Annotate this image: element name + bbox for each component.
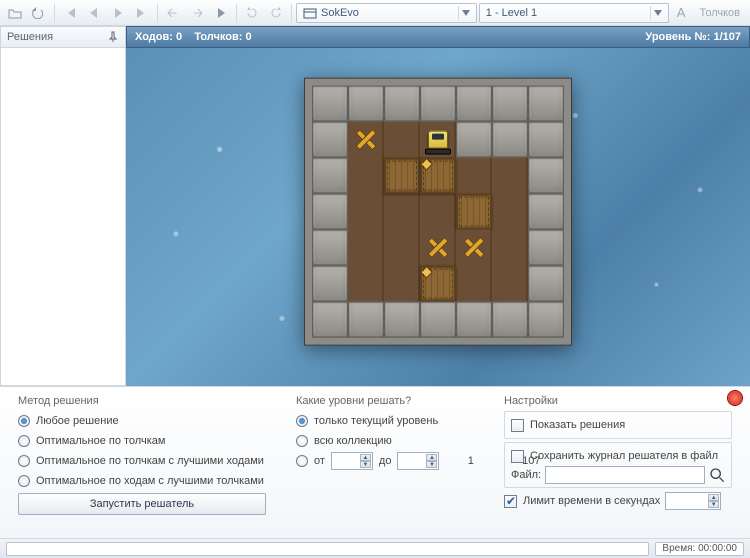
radio-levels-0[interactable]: только текущий уровень <box>296 411 486 431</box>
time-label: Время: <box>662 543 695 554</box>
wall-tile <box>312 302 348 338</box>
radio-levels-1[interactable]: всю коллекцию <box>296 431 486 451</box>
box-on-goal-tile <box>420 158 456 194</box>
wall-tile <box>312 158 348 194</box>
moves-value: 0 <box>176 31 182 43</box>
wall-tile <box>312 122 348 158</box>
radio-method-3[interactable]: Оптимальное по ходам с лучшими толчками <box>18 471 278 491</box>
goal-tile <box>420 230 456 266</box>
levels-heading: Какие уровни решать? <box>296 395 486 407</box>
puzzle-frame <box>304 78 572 346</box>
moves-label: Ходов: <box>135 31 173 43</box>
wall-tile <box>528 230 564 266</box>
wall-tile <box>312 266 348 302</box>
chevron-down-icon <box>650 6 666 20</box>
radio-level-range[interactable]: от ▲▼ до ▲▼ <box>296 451 486 471</box>
collection-select[interactable]: SokEvo <box>296 3 477 23</box>
solver-panel: Метод решения Любое решениеОптимальное п… <box>0 386 750 538</box>
radio-method-0[interactable]: Любое решение <box>18 411 278 431</box>
wall-tile <box>348 86 384 122</box>
wall-tile <box>456 302 492 338</box>
wall-tile <box>312 194 348 230</box>
chevron-down-icon <box>458 6 474 20</box>
wall-tile <box>312 86 348 122</box>
file-path-input[interactable] <box>545 466 705 484</box>
redo-icon[interactable] <box>186 3 208 23</box>
box-tile <box>384 158 420 194</box>
wall-tile <box>456 122 492 158</box>
pushes-value: 0 <box>245 31 251 43</box>
method-heading: Метод решения <box>18 395 278 407</box>
range-to-input[interactable]: ▲▼ <box>397 452 439 470</box>
wall-tile <box>312 230 348 266</box>
bottom-status-bar: Время: 00:00:00 <box>0 538 750 558</box>
first-icon[interactable] <box>59 3 81 23</box>
goal-tile <box>348 122 384 158</box>
collection-select-value: SokEvo <box>321 7 359 19</box>
time-limit-input[interactable]: ▲▼ <box>665 492 721 510</box>
rotate-right-icon[interactable] <box>265 3 287 23</box>
player-tile <box>420 122 456 158</box>
level-value: 1/107 <box>713 31 741 43</box>
pin-icon[interactable] <box>107 31 119 43</box>
check-time-limit[interactable]: Лимит времени в секундах <box>504 491 660 511</box>
game-board-area[interactable] <box>126 48 750 386</box>
wall-tile <box>420 302 456 338</box>
time-value: 00:00:00 <box>698 543 737 554</box>
wall-tile <box>456 86 492 122</box>
wall-tile <box>384 86 420 122</box>
pushes-sort-link[interactable]: Толчков <box>699 7 740 19</box>
solutions-list[interactable] <box>0 48 126 386</box>
open-folder-icon[interactable] <box>4 3 26 23</box>
next-icon[interactable] <box>107 3 129 23</box>
progress-bar <box>6 542 649 556</box>
level-select[interactable]: 1 - Level 1 <box>479 3 669 23</box>
wall-tile <box>384 302 420 338</box>
wall-tile <box>492 86 528 122</box>
wall-tile <box>420 86 456 122</box>
wall-tile <box>492 122 528 158</box>
wall-tile <box>528 158 564 194</box>
top-toolbar: SokEvo 1 - Level 1 A Толчков <box>0 0 750 26</box>
solutions-sidebar: Решения <box>0 26 126 386</box>
font-size-button[interactable]: A <box>677 5 686 20</box>
level-label: Уровень №: <box>645 31 710 43</box>
rotate-left-icon[interactable] <box>241 3 263 23</box>
radio-method-2[interactable]: Оптимальное по толчкам с лучшими ходами <box>18 451 278 471</box>
undo-icon[interactable] <box>162 3 184 23</box>
close-icon[interactable] <box>728 391 742 405</box>
box-on-goal-tile <box>420 266 456 302</box>
settings-heading: Настройки <box>504 395 732 407</box>
wall-tile <box>528 122 564 158</box>
prev-icon[interactable] <box>83 3 105 23</box>
box-tile <box>456 194 492 230</box>
run-solver-label: Запустить решатель <box>90 498 194 510</box>
check-show-solutions[interactable]: Показать решения <box>511 415 725 435</box>
play-icon[interactable] <box>210 3 232 23</box>
sidebar-title: Решения <box>7 31 53 43</box>
run-solver-button[interactable]: Запустить решатель <box>18 493 266 515</box>
wall-tile <box>528 194 564 230</box>
radio-method-1[interactable]: Оптимальное по толчкам <box>18 431 278 451</box>
wall-tile <box>528 302 564 338</box>
wall-tile <box>492 302 528 338</box>
wall-tile <box>348 302 384 338</box>
browse-file-icon[interactable] <box>709 467 725 483</box>
range-from-input[interactable]: ▲▼ <box>331 452 373 470</box>
wall-tile <box>528 266 564 302</box>
game-status-bar: Ходов: 0 Толчков: 0 Уровень №: 1/107 <box>126 26 750 48</box>
file-label: Файл: <box>511 469 541 481</box>
puzzle-grid <box>312 86 564 338</box>
last-icon[interactable] <box>131 3 153 23</box>
range-from-label: от <box>314 455 325 467</box>
collection-icon <box>303 6 317 20</box>
level-select-value: 1 - Level 1 <box>486 7 537 19</box>
reload-icon[interactable] <box>28 3 50 23</box>
wall-tile <box>528 86 564 122</box>
goal-tile <box>456 230 492 266</box>
pushes-label: Толчков: <box>194 31 242 43</box>
